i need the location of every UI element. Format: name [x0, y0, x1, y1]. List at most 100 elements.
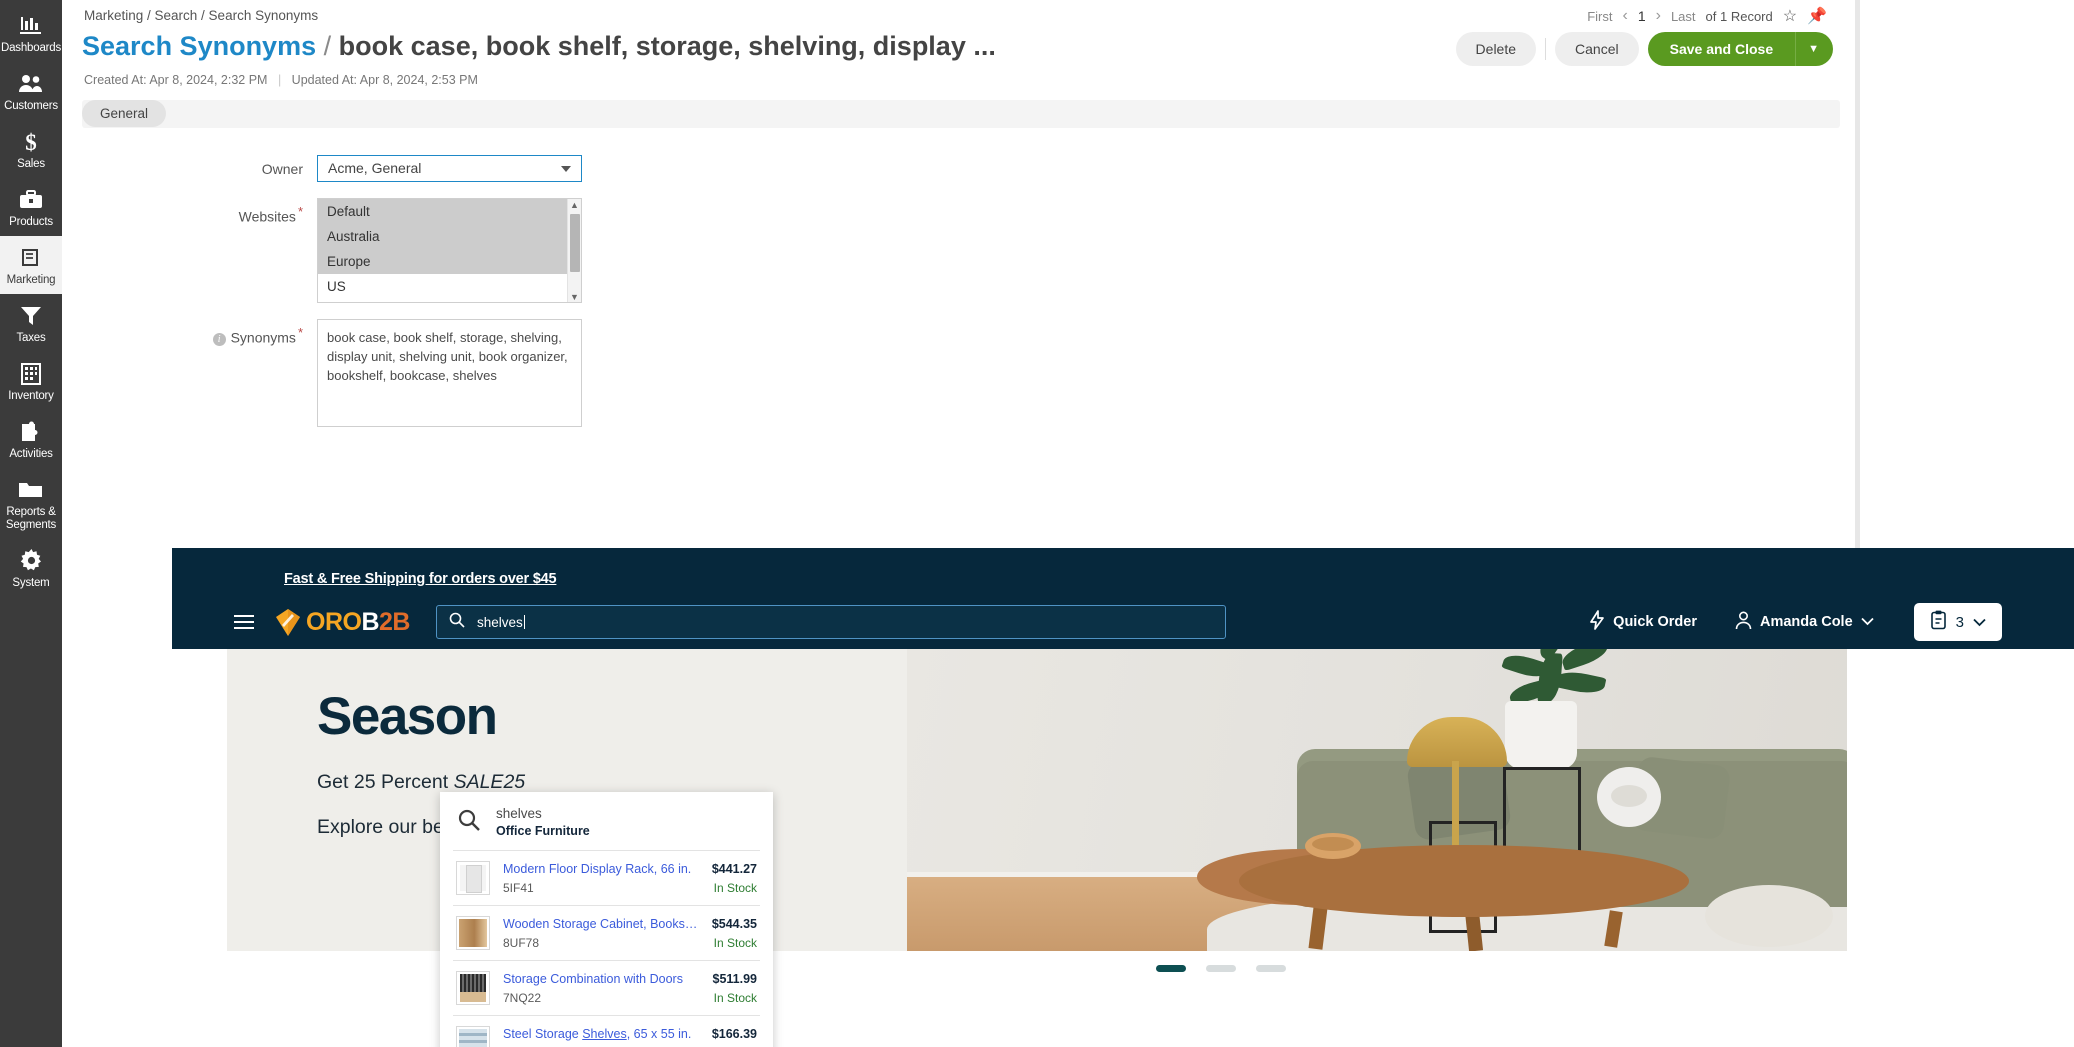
chevron-right-icon[interactable]: › [1656, 7, 1661, 25]
promo-banner-link[interactable]: Fast & Free Shipping for orders over $45 [284, 571, 557, 587]
briefcase-icon [19, 187, 43, 212]
websites-option[interactable]: US [318, 274, 567, 299]
product-price: $441.27 [711, 861, 757, 876]
product-price: $511.99 [712, 971, 758, 986]
carousel-dot-3[interactable] [1256, 965, 1286, 972]
star-icon[interactable]: ☆ [1783, 6, 1797, 26]
scrollbar-thumb[interactable] [570, 214, 580, 272]
funnel-icon [20, 303, 42, 328]
tab-general[interactable]: General [82, 100, 167, 127]
page-title-link[interactable]: Search Synonyms [82, 31, 316, 61]
websites-option[interactable]: Argentina [318, 299, 567, 302]
dollar-icon: $ [23, 129, 39, 154]
carousel-dots [1156, 965, 1286, 972]
clipboard-icon [1930, 610, 1947, 634]
websites-option[interactable]: Default [318, 199, 567, 224]
sidebar-item-sales[interactable]: $ Sales [0, 120, 62, 178]
autocomplete-result-row[interactable]: Storage Combination with Doors $511.99 7… [440, 961, 773, 1015]
carousel-dot-1[interactable] [1156, 965, 1186, 972]
sidebar-item-label: Products [9, 216, 53, 228]
sidebar-item-taxes[interactable]: Taxes [0, 294, 62, 352]
owner-select[interactable]: Acme, General [317, 155, 582, 182]
created-at: Created At: Apr 8, 2024, 2:32 PM [84, 73, 268, 87]
scroll-down-icon[interactable]: ▼ [568, 291, 581, 302]
scroll-up-icon[interactable]: ▲ [568, 199, 581, 212]
quick-order-link[interactable]: Quick Order [1589, 610, 1697, 634]
hamburger-menu-icon[interactable] [234, 615, 254, 629]
owner-label: Owner [261, 161, 303, 177]
delete-button[interactable]: Delete [1455, 32, 1537, 66]
page-title-record: book case, book shelf, storage, shelving… [338, 31, 996, 61]
store-search-input[interactable]: shelves [435, 605, 1226, 639]
gear-icon [20, 548, 43, 573]
product-thumbnail [456, 971, 490, 1005]
autocomplete-result-row[interactable]: Modern Floor Display Rack, 66 in. $441.2… [440, 851, 773, 905]
websites-multiselect[interactable]: Default Australia Europe US Argentina ▲ … [317, 198, 582, 303]
sidebar-item-label: Marketing [6, 274, 56, 286]
owner-selected-value: Acme, General [328, 160, 422, 176]
sidebar-item-label: Dashboards [1, 42, 62, 54]
form-row-synonyms: i Synonyms * book case, book shelf, storag… [62, 319, 1820, 427]
pager-first[interactable]: First [1587, 9, 1612, 24]
product-name[interactable]: Wooden Storage Cabinet, Bookshelf, 72 in… [503, 917, 704, 931]
logo-text-part2: B [361, 607, 380, 636]
carousel-dot-2[interactable] [1206, 965, 1236, 972]
sidebar-item-customers[interactable]: Customers [0, 62, 62, 120]
product-name[interactable]: Steel Storage Shelves, 65 x 55 in. [503, 1027, 691, 1041]
shopping-list-button[interactable]: 3 [1913, 603, 2002, 641]
synonyms-textarea[interactable]: book case, book shelf, storage, shelving… [317, 319, 582, 427]
oro-logo[interactable]: OROB2B [276, 608, 410, 637]
product-sku: 7NQ22 [503, 990, 542, 1005]
meta-divider: | [277, 73, 282, 87]
product-name[interactable]: Storage Combination with Doors [503, 972, 683, 986]
sidebar-item-activities[interactable]: Activities [0, 410, 62, 468]
synonyms-label-text: Synonyms [230, 329, 296, 346]
save-button-group: Save and Close ▼ [1647, 32, 1833, 66]
search-icon [458, 809, 480, 836]
product-thumbnail [456, 916, 490, 950]
chevron-down-icon [561, 165, 571, 172]
sidebar-item-system[interactable]: System [0, 539, 62, 597]
required-marker: * [297, 204, 303, 219]
product-sku: 8UF78 [503, 935, 540, 950]
action-divider [1545, 38, 1547, 60]
sidebar-item-inventory[interactable]: Inventory [0, 352, 62, 410]
logo-text-part1: ORO [306, 607, 362, 636]
account-name: Amanda Cole [1759, 614, 1853, 630]
page-title-separator: / [323, 31, 332, 61]
cancel-button[interactable]: Cancel [1555, 32, 1639, 66]
text-cursor [523, 615, 525, 629]
sidebar-item-reports-segments[interactable]: Reports & Segments [0, 468, 62, 539]
folder-icon [18, 477, 44, 502]
form-row-websites: Websites* Default Australia Europe US Ar… [62, 198, 1820, 303]
autocomplete-query-row[interactable]: shelves Office Furniture [440, 792, 773, 850]
websites-option[interactable]: Europe [318, 249, 567, 274]
hero-promo-code: SALE25 [453, 771, 526, 793]
pager-last[interactable]: Last [1671, 9, 1696, 24]
breadcrumb[interactable]: Marketing / Search / Search Synonyms [84, 8, 318, 23]
sidebar-item-label: Inventory [8, 390, 54, 402]
search-input-value: shelves [476, 614, 523, 630]
sidebar-item-dashboards[interactable]: Dashboards [0, 4, 62, 62]
save-and-close-button[interactable]: Save and Close [1647, 32, 1796, 66]
admin-right-gutter [1860, 0, 2074, 553]
sidebar-item-marketing[interactable]: Marketing [0, 236, 62, 294]
websites-scrollbar[interactable]: ▲ ▼ [567, 199, 581, 302]
search-icon [449, 612, 465, 633]
record-actions: Delete Cancel Save and Close ▼ [1455, 32, 1833, 66]
chevron-down-icon[interactable]: ▼ [1795, 32, 1833, 66]
sidebar-item-products[interactable]: Products [0, 178, 62, 236]
product-stock-status: In Stock [713, 880, 757, 895]
autocomplete-result-row[interactable]: Steel Storage Shelves, 65 x 55 in. $166.… [440, 1016, 773, 1047]
pin-icon[interactable]: 📌 [1807, 6, 1827, 26]
chevron-left-icon[interactable]: ‹ [1623, 7, 1628, 25]
websites-option[interactable]: Australia [318, 224, 567, 249]
product-thumbnail [456, 1026, 490, 1047]
search-autocomplete-panel: shelves Office Furniture Modern Floor Di… [440, 792, 773, 1047]
autocomplete-result-row[interactable]: Wooden Storage Cabinet, Bookshelf, 72 in… [440, 906, 773, 960]
search-wrapper: shelves [435, 605, 1226, 639]
product-name[interactable]: Modern Floor Display Rack, 66 in. [503, 862, 691, 876]
chart-bar-icon [20, 13, 42, 38]
info-icon[interactable]: i [212, 332, 226, 346]
account-menu[interactable]: Amanda Cole [1735, 610, 1874, 634]
